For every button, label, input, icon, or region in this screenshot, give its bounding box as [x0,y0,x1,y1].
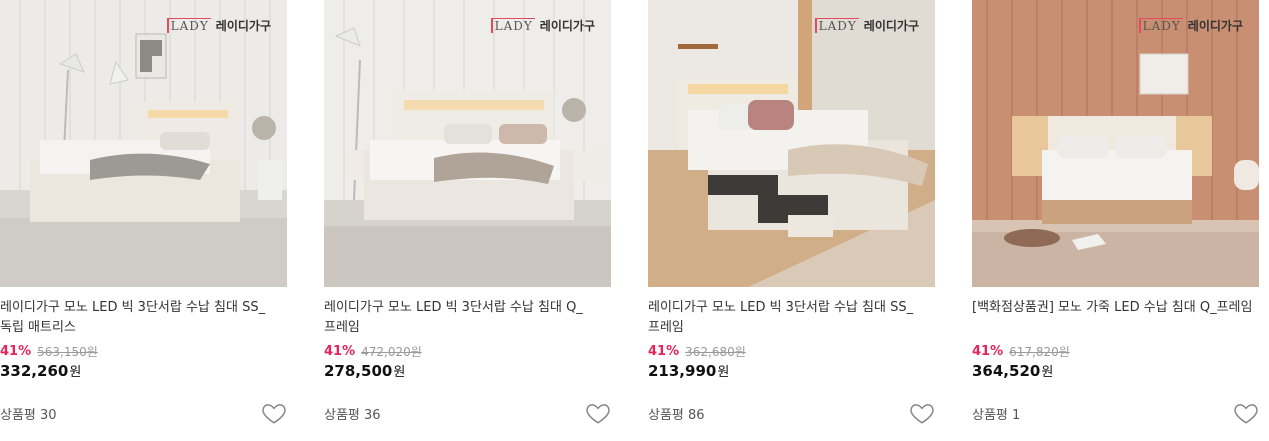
brand-mark: LADY [166,17,211,33]
price-row: 41% 617,820원 [972,341,1259,361]
review-label: 상품평 [972,407,1008,423]
bed-photo [0,0,287,287]
original-price: 362,680원 [685,344,746,359]
product-card[interactable]: LADY 레이디가구 레이디가구 모노 LED 빅 3단서랍 수납 침대 SS_… [648,0,935,441]
review-number: 1 [1012,407,1021,423]
review-count[interactable]: 상품평 86 [648,404,705,423]
product-title[interactable]: 레이디가구 모노 LED 빅 3단서랍 수납 침대 SS_프레임 [648,298,935,338]
bed-photo [972,0,1259,287]
heart-outline-icon[interactable] [909,400,935,426]
original-price: 563,150원 [37,344,98,359]
original-price: 617,820원 [1009,344,1070,359]
brand-name: 레이디가구 [1187,18,1243,33]
review-label: 상품평 [648,407,684,423]
brand-mark: LADY [1138,17,1183,33]
discount-rate: 41% [972,343,1004,359]
discount-rate: 41% [0,343,32,359]
currency-unit: 원 [69,365,82,380]
brand-logo: LADY 레이디가구 [1138,15,1243,35]
review-number: 86 [688,407,705,423]
review-label: 상품평 [324,407,360,423]
brand-name: 레이디가구 [539,18,595,33]
card-footer: 상품평 30 [0,399,287,427]
currency-unit: 원 [1041,365,1054,380]
currency-unit: 원 [393,365,406,380]
card-footer: 상품평 36 [324,399,611,427]
review-count[interactable]: 상품평 30 [0,404,57,423]
product-image[interactable]: LADY 레이디가구 [324,0,611,287]
card-footer: 상품평 1 [972,399,1259,427]
review-count[interactable]: 상품평 1 [972,404,1020,423]
brand-logo: LADY 레이디가구 [490,15,595,35]
original-price: 472,020원 [361,344,422,359]
product-image[interactable]: LADY 레이디가구 [0,0,287,287]
sale-price: 364,520원 [972,361,1259,383]
card-footer: 상품평 86 [648,399,935,427]
sale-price: 332,260원 [0,361,287,383]
sale-price: 278,500원 [324,361,611,383]
currency-unit: 원 [717,365,730,380]
sale-price: 213,990원 [648,361,935,383]
price-row: 41% 362,680원 [648,341,935,361]
product-grid: LADY 레이디가구 레이디가구 모노 LED 빅 3단서랍 수납 침대 SS_… [0,0,1269,441]
product-title[interactable]: [백화점상품권] 모노 가죽 LED 수납 침대 Q_프레임 [972,298,1259,338]
price-row: 41% 563,150원 [0,341,287,361]
brand-mark: LADY [490,17,535,33]
sale-price-value: 213,990 [648,362,717,380]
product-image[interactable]: LADY 레이디가구 [648,0,935,287]
product-card[interactable]: LADY 레이디가구 레이디가구 모노 LED 빅 3단서랍 수납 침대 SS_… [0,0,287,441]
price-row: 41% 472,020원 [324,341,611,361]
heart-outline-icon[interactable] [1233,400,1259,426]
product-title[interactable]: 레이디가구 모노 LED 빅 3단서랍 수납 침대 SS_독립 매트리스 [0,298,287,338]
brand-name: 레이디가구 [863,18,919,33]
heart-outline-icon[interactable] [261,400,287,426]
review-number: 36 [364,407,381,423]
review-label: 상품평 [0,407,36,423]
sale-price-value: 278,500 [324,362,393,380]
product-title[interactable]: 레이디가구 모노 LED 빅 3단서랍 수납 침대 Q_프레임 [324,298,611,338]
product-card[interactable]: LADY 레이디가구 [백화점상품권] 모노 가죽 LED 수납 침대 Q_프레… [972,0,1259,441]
review-count[interactable]: 상품평 36 [324,404,381,423]
bed-photo [324,0,611,287]
product-card[interactable]: LADY 레이디가구 레이디가구 모노 LED 빅 3단서랍 수납 침대 Q_프… [324,0,611,441]
sale-price-value: 364,520 [972,362,1041,380]
discount-rate: 41% [324,343,356,359]
product-image[interactable]: LADY 레이디가구 [972,0,1259,287]
brand-name: 레이디가구 [215,18,271,33]
brand-logo: LADY 레이디가구 [814,15,919,35]
sale-price-value: 332,260 [0,362,69,380]
heart-outline-icon[interactable] [585,400,611,426]
brand-logo: LADY 레이디가구 [166,15,271,35]
review-number: 30 [40,407,57,423]
brand-mark: LADY [814,17,859,33]
discount-rate: 41% [648,343,680,359]
bed-photo [648,0,935,287]
